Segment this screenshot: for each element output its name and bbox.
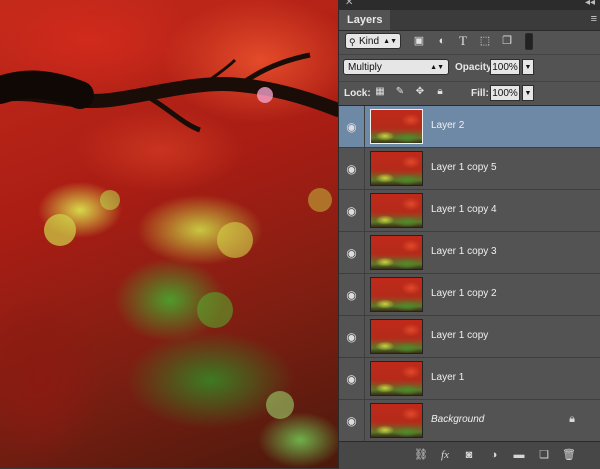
blend-mode-dropdown[interactable]: Multiply ▲▼ xyxy=(343,59,449,75)
blend-row: Multiply ▲▼ Opacity: 100% ▼ xyxy=(339,54,600,81)
lock-row: Lock: ▦ ✎ ✥ 🔒︎ Fill: 100% ▼ xyxy=(339,81,600,104)
layer-row[interactable]: ◉ Background 🔒︎ xyxy=(339,400,600,442)
new-group-icon[interactable]: ▬ xyxy=(511,447,527,463)
layer-thumbnail[interactable] xyxy=(370,361,423,396)
layer-thumbnail[interactable] xyxy=(370,319,423,354)
layer-name[interactable]: Layer 1 copy 4 xyxy=(431,204,497,215)
visibility-eye-icon[interactable]: ◉ xyxy=(339,106,365,148)
dropdown-arrow-icon: ▲▼ xyxy=(430,64,444,71)
fill-label: Fill: xyxy=(471,88,489,99)
opacity-slider-button[interactable]: ▼ xyxy=(522,59,534,75)
layer-name[interactable]: Layer 1 copy 2 xyxy=(431,288,497,299)
blend-mode-value: Multiply xyxy=(348,62,382,73)
layer-row[interactable]: ◉ Layer 1 copy 5 xyxy=(339,148,600,190)
add-mask-icon[interactable]: ◙ xyxy=(461,447,477,463)
shape-filter-icon[interactable]: ⬚ xyxy=(477,34,493,48)
layer-thumbnail[interactable] xyxy=(370,277,423,312)
layer-name[interactable]: Layer 1 copy 5 xyxy=(431,162,497,173)
layer-row[interactable]: ◉ Layer 1 copy 3 xyxy=(339,232,600,274)
lock-label: Lock: xyxy=(344,88,371,99)
opacity-input[interactable]: 100% xyxy=(490,59,520,75)
layer-thumbnail[interactable] xyxy=(370,403,423,438)
layer-thumbnail[interactable] xyxy=(370,109,423,144)
visibility-eye-icon[interactable]: ◉ xyxy=(339,190,365,232)
layer-thumbnail[interactable] xyxy=(370,235,423,270)
layer-name[interactable]: Background xyxy=(431,414,484,425)
layer-name[interactable]: Layer 1 copy xyxy=(431,330,488,341)
collapse-icon[interactable]: ◂◂ xyxy=(585,0,595,8)
dropdown-arrow-icon: ▲▼ xyxy=(383,38,397,45)
lock-transparent-pixels-icon[interactable]: ▦ xyxy=(374,86,386,98)
layers-panel: ✕ ◂◂ Layers ≡ ⚲ Kind ▲▼ ▣ ◐ T ⬚ ❐ Multip… xyxy=(338,0,600,469)
fill-input[interactable]: 100% xyxy=(490,85,520,101)
adjustment-layer-icon[interactable]: ◑ xyxy=(486,447,502,463)
tab-layers[interactable]: Layers xyxy=(339,10,391,30)
layer-name[interactable]: Layer 2 xyxy=(431,120,464,131)
layer-row[interactable]: ◉ Layer 1 xyxy=(339,358,600,400)
lock-position-icon[interactable]: ✥ xyxy=(414,86,426,98)
delete-layer-icon[interactable]: 🗑︎ xyxy=(561,447,577,463)
layer-list: ◉ Layer 2 ◉ Layer 1 copy 5 ◉ Layer 1 copy 4 ◉ L… xyxy=(339,105,600,442)
adjustment-filter-icon[interactable]: ◐ xyxy=(434,34,450,48)
visibility-eye-icon[interactable]: ◉ xyxy=(339,232,365,274)
layer-name[interactable]: Layer 1 xyxy=(431,372,464,383)
layer-name[interactable]: Layer 1 copy 3 xyxy=(431,246,497,257)
link-layers-icon[interactable]: ⛓ xyxy=(413,447,429,463)
visibility-eye-icon[interactable]: ◉ xyxy=(339,148,365,190)
layer-thumbnail[interactable] xyxy=(370,193,423,228)
layer-row[interactable]: ◉ Layer 1 copy xyxy=(339,316,600,358)
document-canvas[interactable] xyxy=(0,0,338,468)
fill-slider-button[interactable]: ▼ xyxy=(522,85,534,101)
filter-toggle-switch[interactable] xyxy=(525,33,533,50)
lock-icon: 🔒︎ xyxy=(569,413,575,425)
layers-bottom-toolbar: ⛓ fx ◙ ◑ ▬ ❏ 🗑︎ xyxy=(339,441,600,469)
filter-kind-dropdown[interactable]: ⚲ Kind ▲▼ xyxy=(345,33,401,49)
layer-row[interactable]: ◉ Layer 1 copy 2 xyxy=(339,274,600,316)
layer-filter-row: ⚲ Kind ▲▼ ▣ ◐ T ⬚ ❐ xyxy=(339,31,600,53)
visibility-eye-icon[interactable]: ◉ xyxy=(339,400,365,442)
lock-all-icon[interactable]: 🔒︎ xyxy=(434,86,446,98)
smart-object-filter-icon[interactable]: ❐ xyxy=(499,34,515,48)
fx-icon[interactable]: fx xyxy=(437,447,453,463)
filter-kind-label: Kind xyxy=(359,36,380,47)
new-layer-icon[interactable]: ❏ xyxy=(536,447,552,463)
layer-row[interactable]: ◉ Layer 1 copy 4 xyxy=(339,190,600,232)
panel-menu-icon[interactable]: ≡ xyxy=(591,13,597,25)
lock-image-pixels-icon[interactable]: ✎ xyxy=(394,86,406,98)
search-icon: ⚲ xyxy=(349,37,356,47)
panel-tab-bar: Layers ≡ xyxy=(339,10,600,31)
layer-thumbnail[interactable] xyxy=(370,151,423,186)
visibility-eye-icon[interactable]: ◉ xyxy=(339,316,365,358)
canvas-photo xyxy=(0,52,338,419)
layer-row[interactable]: ◉ Layer 2 xyxy=(339,106,600,148)
image-filter-icon[interactable]: ▣ xyxy=(411,34,427,48)
panel-title-bar: ✕ ◂◂ xyxy=(339,0,600,10)
visibility-eye-icon[interactable]: ◉ xyxy=(339,358,365,400)
opacity-label: Opacity: xyxy=(455,62,496,73)
type-filter-icon[interactable]: T xyxy=(455,34,471,48)
close-icon[interactable]: ✕ xyxy=(345,0,353,8)
visibility-eye-icon[interactable]: ◉ xyxy=(339,274,365,316)
